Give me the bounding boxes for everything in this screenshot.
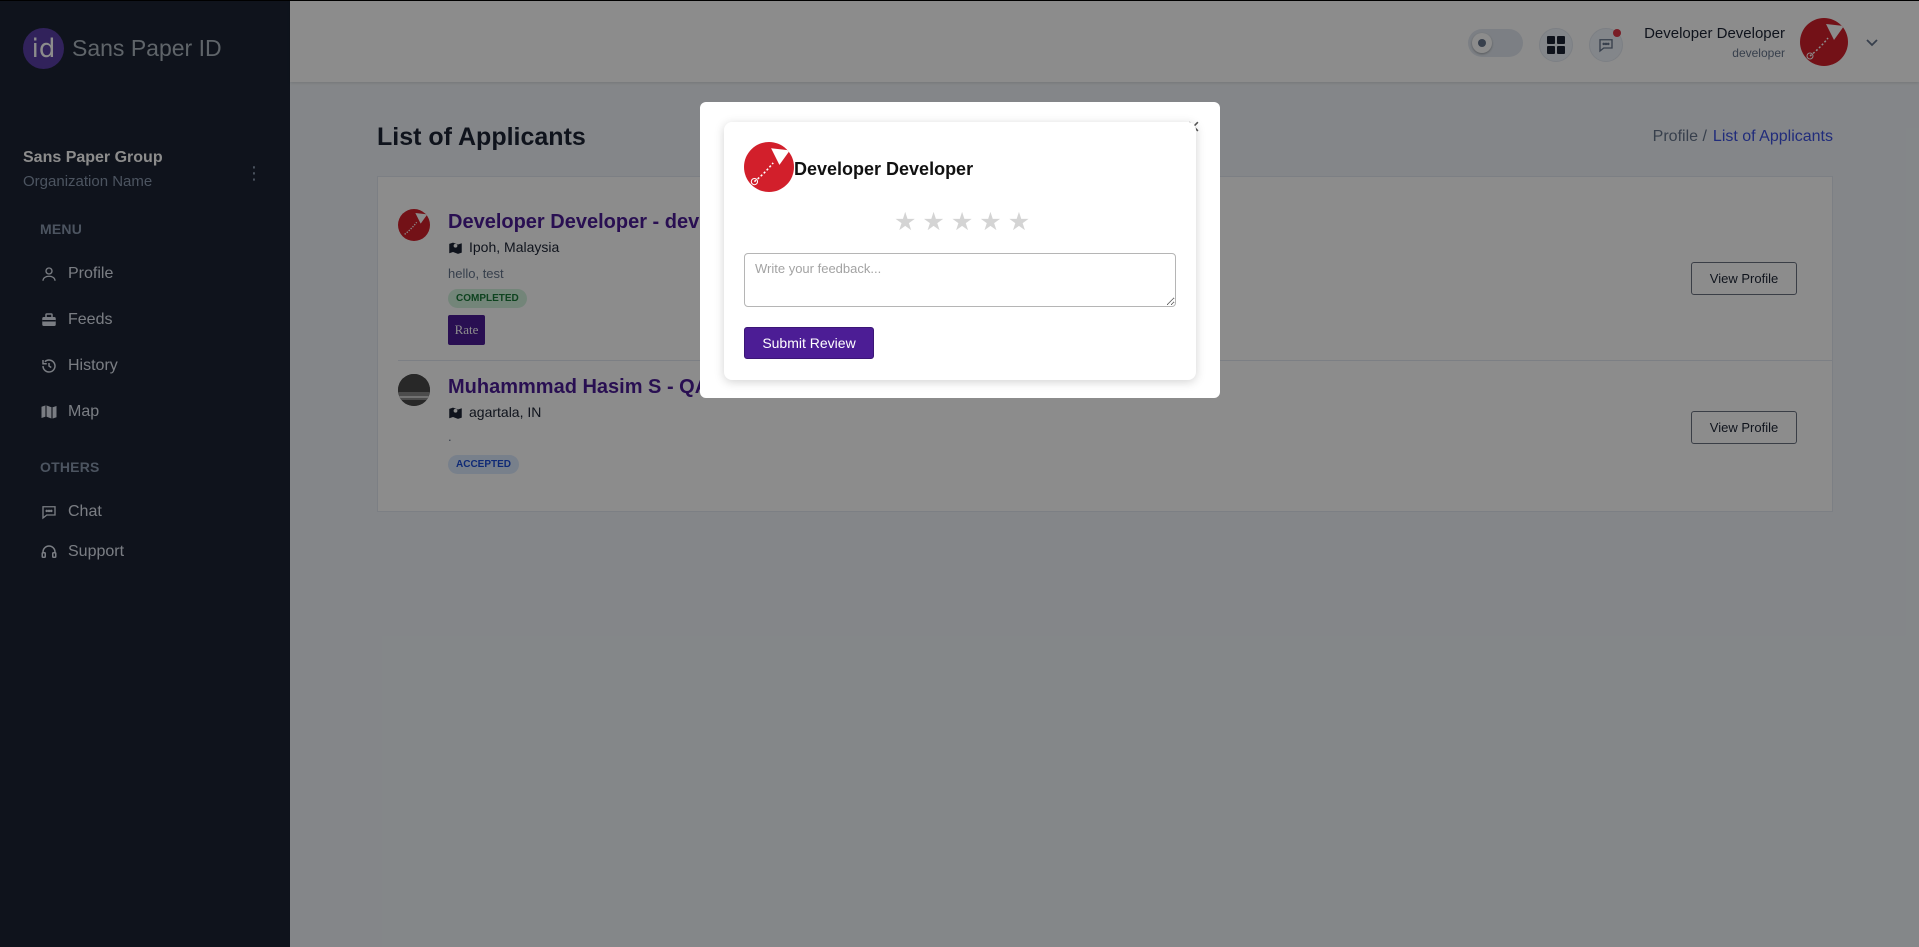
star-icon[interactable]: ★ (979, 210, 1001, 235)
submit-review-button[interactable]: Submit Review (744, 327, 874, 359)
review-modal: × Developer Developer ★ ★ ★ ★ ★ Submit R… (700, 102, 1220, 398)
star-icon[interactable]: ★ (1008, 210, 1030, 235)
avatar (744, 142, 794, 192)
star-rating[interactable]: ★ ★ ★ ★ ★ (894, 210, 1030, 235)
feedback-input[interactable] (744, 253, 1176, 307)
reviewee-name: Developer Developer (794, 159, 974, 179)
review-card: Developer Developer ★ ★ ★ ★ ★ Submit Rev… (724, 122, 1196, 380)
star-icon[interactable]: ★ (951, 210, 973, 235)
star-icon[interactable]: ★ (922, 210, 944, 235)
paper-plane-logo-icon (750, 148, 790, 186)
star-icon[interactable]: ★ (894, 210, 916, 235)
